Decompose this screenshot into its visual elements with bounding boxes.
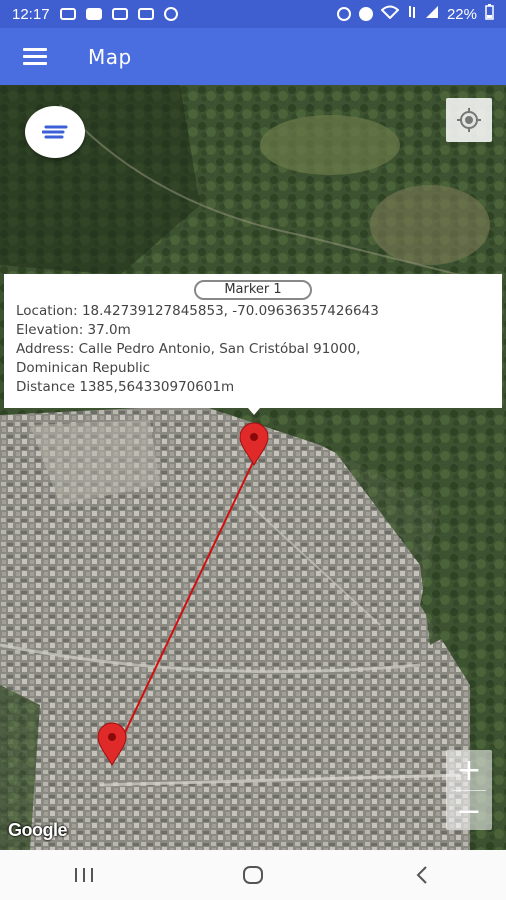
alarm-icon [336,7,351,21]
layers-button[interactable] [25,106,85,158]
recents-icon [75,868,94,882]
voicemail-icon [59,8,76,20]
zoom-out-button[interactable]: − [446,791,492,831]
info-address-line2: Dominican Republic [16,360,151,376]
status-bar-right: 22% [336,4,494,24]
battery-percent: 22% [446,5,477,23]
system-nav-bar [0,850,506,900]
info-distance: Distance 1385,564330970601m [16,379,235,395]
my-location-icon [457,108,481,132]
info-window-title: Marker 1 [194,280,312,300]
zoom-in-button[interactable]: + [446,750,492,790]
info-address-line1: Address: Calle Pedro Antonio, San Cristó… [16,341,361,357]
location-icon [358,7,373,21]
page-title: Map [88,44,132,69]
home-button[interactable] [223,855,283,895]
image-icon [111,8,128,20]
recents-button[interactable] [54,855,114,895]
mail-icon [85,8,102,20]
back-button[interactable] [392,855,452,895]
marker-info-window[interactable]: Marker 1 Location: 18.42739127845853, -7… [4,274,502,408]
menu-button[interactable] [0,28,70,85]
info-elevation: Elevation: 37.0m [16,322,131,338]
home-icon [242,866,263,884]
back-icon [416,866,427,884]
my-location-button[interactable] [446,98,492,142]
layers-icon [42,125,68,139]
info-location: Location: 18.42739127845853, -70.0963635… [16,303,379,319]
google-attribution: Google [8,820,68,840]
data-icon [407,5,417,23]
map-view[interactable]: + − Google [0,85,506,850]
dnd-icon [163,7,178,21]
signal-icon [425,5,439,23]
zoom-controls: + − [446,750,492,830]
status-bar: 12:17 22% [0,0,506,28]
status-bar-left: 12:17 [12,6,178,23]
info-window-pointer [248,408,260,415]
dollar-icon [137,8,154,20]
app-bar: Map [0,28,506,85]
status-time: 12:17 [12,5,50,23]
wifi-icon [380,5,400,23]
hamburger-icon [23,47,47,66]
satellite-imagery [0,85,506,850]
battery-icon [485,4,494,24]
